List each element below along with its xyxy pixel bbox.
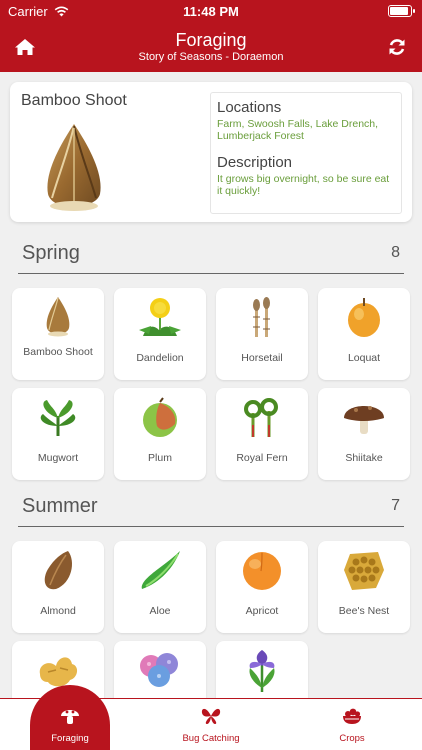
section-label: Spring	[22, 242, 80, 264]
item-tile-almond[interactable]: Almond	[12, 541, 104, 633]
tab-label: Foraging	[51, 733, 89, 744]
refresh-icon	[389, 39, 405, 55]
butterfly-icon	[201, 707, 221, 725]
item-tile-horsetail[interactable]: Horsetail	[216, 288, 308, 380]
refresh-button[interactable]	[384, 36, 410, 58]
item-tile-apricot[interactable]: Apricot	[216, 541, 308, 633]
item-name: Apricot	[245, 605, 279, 617]
almond-icon	[44, 551, 72, 590]
section-count: 7	[391, 497, 400, 514]
app-header: Carrier 11:48 PM Foraging Story of Seaso…	[0, 0, 422, 72]
section-header-summer: Summer 7	[18, 493, 404, 527]
bees-nest-icon	[344, 552, 384, 590]
locations-text: Farm, Swoosh Falls, Lake Drench, Lumberj…	[217, 118, 379, 142]
item-tile-bamboo-shoot[interactable]: Bamboo Shoot	[12, 288, 104, 380]
section-count: 8	[391, 244, 400, 261]
item-tile-royal-fern[interactable]: Royal Fern	[216, 388, 308, 480]
tab-bug-catching[interactable]: Bug Catching	[141, 699, 281, 750]
item-tile-loquat[interactable]: Loquat	[318, 288, 410, 380]
item-tile-shiitake[interactable]: Shiitake	[318, 388, 410, 480]
ginger-icon	[39, 657, 78, 687]
section-label: Summer	[22, 495, 98, 517]
detail-item-name: Bamboo Shoot	[21, 92, 127, 109]
horsetail-icon	[253, 297, 270, 337]
bamboo-shoot-large-icon	[47, 124, 101, 211]
description-text: It grows big overnight, so be sure eat i…	[217, 173, 390, 197]
item-name: Aloe	[149, 605, 171, 617]
item-name: Mugwort	[37, 452, 79, 464]
tab-foraging[interactable]: Foraging	[0, 685, 140, 750]
plum-icon	[143, 397, 177, 437]
mugwort-icon	[40, 400, 76, 436]
item-tile-plum[interactable]: Plum	[114, 388, 206, 480]
home-button[interactable]	[12, 36, 38, 58]
item-name: Almond	[40, 605, 76, 617]
status-bar: Carrier 11:48 PM	[0, 0, 422, 24]
tab-crops[interactable]: Crops	[282, 699, 422, 750]
detail-info-box: Locations Farm, Swoosh Falls, Lake Drenc…	[210, 92, 402, 214]
item-tile-dandelion[interactable]: Dandelion	[114, 288, 206, 380]
tab-label: Crops	[339, 733, 365, 744]
page-title: Foraging	[175, 30, 247, 50]
item-name: Shiitake	[345, 452, 383, 464]
item-name: Loquat	[347, 352, 381, 364]
tab-label: Bug Catching	[182, 733, 240, 744]
locations-heading: Locations	[217, 99, 282, 116]
bottom-tab-bar: Foraging Bug Catching Crops	[0, 685, 422, 750]
bowl-icon	[342, 707, 362, 725]
item-tile-mugwort[interactable]: Mugwort	[12, 388, 104, 480]
bamboo-shoot-icon	[46, 297, 70, 337]
home-icon	[15, 39, 35, 55]
header-titles: Foraging Story of Seasons - Doraemon	[60, 30, 362, 64]
item-tile-aloe[interactable]: Aloe	[114, 541, 206, 633]
item-detail-card: Bamboo Shoot Locations Farm, Swoosh Fall…	[10, 82, 412, 222]
item-name: Royal Fern	[236, 452, 288, 464]
spring-grid: Bamboo Shoot Dandelion Horsetail Loquat	[12, 288, 410, 480]
description-heading: Description	[217, 154, 293, 171]
item-name: Bamboo Shoot	[23, 346, 93, 358]
item-name: Dandelion	[136, 352, 184, 364]
aloe-icon	[141, 551, 180, 589]
page-subtitle: Story of Seasons - Doraemon	[138, 51, 284, 63]
item-name: Horsetail	[241, 352, 283, 364]
section-header-spring: Spring 8	[18, 240, 404, 274]
battery-icon	[388, 5, 415, 17]
apricot-icon	[243, 552, 281, 590]
mushroom-icon	[60, 707, 80, 725]
iris-icon	[249, 650, 275, 692]
item-name: Plum	[148, 452, 172, 464]
status-time: 11:48 PM	[183, 4, 239, 19]
shiitake-icon	[344, 406, 384, 434]
dandelion-icon	[139, 298, 181, 336]
hydrangea-icon	[140, 653, 178, 687]
item-tile-bees-nest[interactable]: Bee's Nest	[318, 541, 410, 633]
item-name: Bee's Nest	[338, 605, 390, 617]
loquat-icon	[348, 298, 380, 337]
royal-fern-icon	[244, 398, 278, 437]
